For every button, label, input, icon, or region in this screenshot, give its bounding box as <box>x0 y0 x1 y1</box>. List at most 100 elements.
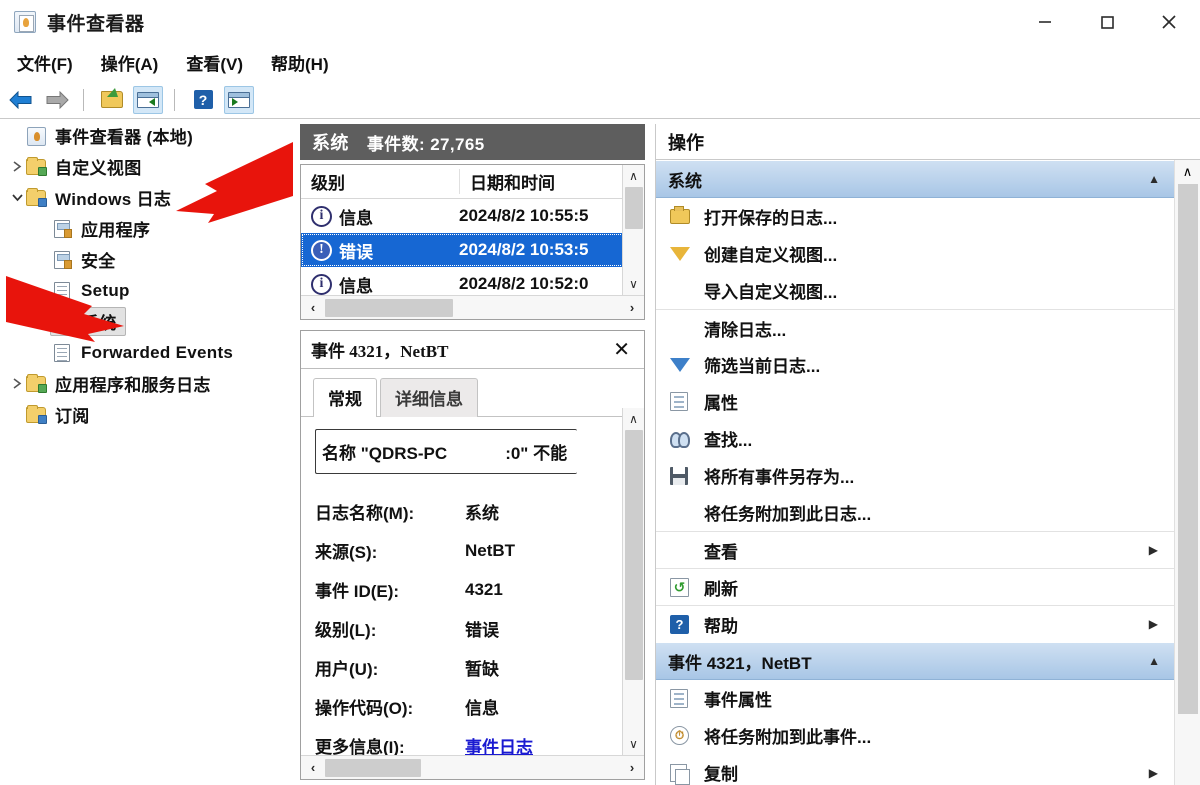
folder-icon <box>26 373 48 394</box>
up-folder-button[interactable] <box>97 86 127 114</box>
scrollbar-thumb[interactable] <box>624 187 643 229</box>
action-attach-task-to-log[interactable]: 将任务附加到此日志... <box>656 494 1174 531</box>
close-icon[interactable]: ✕ <box>609 340 634 360</box>
system-log-icon <box>53 312 75 332</box>
scrollbar-thumb[interactable] <box>624 430 643 680</box>
chevron-right-icon[interactable] <box>8 377 26 390</box>
actions-pane-scrollbar[interactable]: ∧ <box>1174 160 1200 785</box>
tab-general[interactable]: 常规 <box>313 378 377 417</box>
action-filter-current-log[interactable]: 筛选当前日志... <box>656 346 1174 383</box>
menu-help[interactable]: 帮助(H) <box>260 48 340 77</box>
close-button[interactable] <box>1138 0 1200 44</box>
action-import-custom-view[interactable]: 导入自定义视图... <box>656 272 1174 309</box>
event-level-text: 信息 <box>339 208 373 228</box>
scroll-down-icon[interactable]: ∨ <box>623 733 645 755</box>
chevron-up-icon[interactable]: ▲ <box>1148 654 1160 668</box>
show-action-pane-button[interactable] <box>224 85 254 114</box>
action-clear-log[interactable]: 清除日志... <box>656 309 1174 346</box>
log-icon <box>52 281 74 301</box>
field-value: 错误 <box>465 621 499 640</box>
events-list-horizontal-scrollbar[interactable]: ‹ › <box>301 295 644 319</box>
show-tree-pane-button[interactable] <box>133 85 163 114</box>
detail-field-opcode: 操作代码(O): 信息 <box>315 687 630 726</box>
toolbar-divider <box>83 88 84 111</box>
action-event-properties[interactable]: 事件属性 <box>656 680 1174 717</box>
console-tree-pane[interactable]: 事件查看器 (本地) 自定义视图 Windows 日志 应用程序 安全 Setu… <box>0 120 296 785</box>
action-view[interactable]: 查看 ▶ <box>656 531 1174 568</box>
scrollbar-thumb[interactable] <box>325 758 421 777</box>
security-log-icon <box>52 250 74 270</box>
sidebar-item-system[interactable]: 系统 <box>0 306 296 337</box>
tab-details[interactable]: 详细信息 <box>380 378 478 417</box>
scroll-up-icon[interactable]: ∧ <box>623 165 645 187</box>
event-level-cell: i 信息 <box>301 204 459 229</box>
action-refresh[interactable]: ↺ 刷新 <box>656 568 1174 605</box>
event-date-cell: 2024/8/2 10:55:5 <box>459 206 589 225</box>
sidebar-item-setup[interactable]: Setup <box>0 275 296 306</box>
sidebar-item-forwarded-events[interactable]: Forwarded Events <box>0 337 296 368</box>
scroll-right-icon[interactable]: › <box>620 756 644 780</box>
table-row[interactable]: i 信息 2024/8/2 10:55:5 <box>301 199 644 233</box>
minimize-button[interactable] <box>1014 0 1076 44</box>
scroll-left-icon[interactable]: ‹ <box>301 756 325 780</box>
tree-root-node[interactable]: 事件查看器 (本地) <box>0 120 296 151</box>
title-bar: 事件查看器 <box>0 0 1200 44</box>
actions-scroll-wrap: 系统 ▲ 打开保存的日志... 创建自定义视图... 导入自定义视图... 清除… <box>656 160 1200 785</box>
menu-action[interactable]: 操作(A) <box>90 48 170 77</box>
create-custom-view-icon <box>670 246 704 261</box>
maximize-button[interactable] <box>1076 0 1138 44</box>
folder-icon <box>26 187 48 208</box>
forward-button[interactable] <box>42 86 72 114</box>
sidebar-item-applications-and-services-logs[interactable]: 应用程序和服务日志 <box>0 368 296 399</box>
chevron-right-icon[interactable] <box>8 160 26 173</box>
scroll-right-icon[interactable]: › <box>620 296 644 320</box>
submenu-arrow-icon: ▶ <box>1148 617 1158 631</box>
sidebar-item-label: Windows 日志 <box>55 190 172 209</box>
actions-section-event[interactable]: 事件 4321，NetBT ▲ <box>656 642 1174 680</box>
action-label: 导入自定义视图... <box>704 283 838 302</box>
menu-file[interactable]: 文件(F) <box>6 48 84 77</box>
folder-up-icon <box>101 88 123 108</box>
action-create-custom-view[interactable]: 创建自定义视图... <box>656 235 1174 272</box>
event-detail-vertical-scrollbar[interactable]: ∧ ∨ <box>622 408 644 755</box>
action-open-saved-log[interactable]: 打开保存的日志... <box>656 198 1174 235</box>
action-copy[interactable]: 复制 ▶ <box>656 754 1174 785</box>
events-list[interactable]: 级别 日期和时间 i 信息 2024/8/2 10:55:5 ! 错误 2024… <box>300 164 645 320</box>
action-help[interactable]: ? 帮助 ▶ <box>656 605 1174 642</box>
event-detail-horizontal-scrollbar[interactable]: ‹ › <box>301 755 644 779</box>
scroll-up-icon[interactable]: ∧ <box>623 408 645 430</box>
detail-field-source: 来源(S): NetBT <box>315 531 630 570</box>
sidebar-item-application[interactable]: 应用程序 <box>0 213 296 244</box>
event-viewer-icon <box>26 126 48 146</box>
menu-view[interactable]: 查看(V) <box>175 48 254 77</box>
back-button[interactable] <box>6 86 36 114</box>
event-detail-tabs: 常规 详细信息 <box>301 369 644 417</box>
action-properties[interactable]: 属性 <box>656 383 1174 420</box>
sidebar-item-subscriptions[interactable]: 订阅 <box>0 399 296 430</box>
event-level-cell: i 信息 <box>301 272 459 297</box>
copy-icon <box>670 763 704 785</box>
chevron-down-icon[interactable] <box>8 192 26 203</box>
forward-arrow-icon <box>46 90 69 109</box>
column-header-date[interactable]: 日期和时间 <box>459 169 619 194</box>
scrollbar-thumb[interactable] <box>1177 184 1198 714</box>
action-label: 清除日志... <box>704 320 787 340</box>
action-save-all-events-as[interactable]: 将所有事件另存为... <box>656 457 1174 494</box>
actions-section-system[interactable]: 系统 ▲ <box>656 160 1174 198</box>
scroll-up-icon[interactable]: ∧ <box>1183 160 1193 184</box>
action-attach-task-to-event[interactable]: ⏱ 将任务附加到此事件... <box>656 717 1174 754</box>
events-list-vertical-scrollbar[interactable]: ∧ ∨ <box>622 165 644 295</box>
sidebar-item-custom-views[interactable]: 自定义视图 <box>0 151 296 182</box>
sidebar-item-security[interactable]: 安全 <box>0 244 296 275</box>
chevron-up-icon[interactable]: ▲ <box>1148 172 1160 186</box>
column-header-level[interactable]: 级别 <box>301 169 459 194</box>
scroll-left-icon[interactable]: ‹ <box>301 296 325 320</box>
table-row[interactable]: ! 错误 2024/8/2 10:53:5 <box>301 233 644 267</box>
help-button[interactable]: ? <box>188 86 218 114</box>
scroll-down-icon[interactable]: ∨ <box>623 273 645 295</box>
action-find[interactable]: 查找... <box>656 420 1174 457</box>
scrollbar-thumb[interactable] <box>325 298 453 317</box>
sidebar-item-windows-logs[interactable]: Windows 日志 <box>0 182 296 213</box>
field-value: NetBT <box>465 540 516 560</box>
action-label: 帮助 <box>704 616 738 636</box>
